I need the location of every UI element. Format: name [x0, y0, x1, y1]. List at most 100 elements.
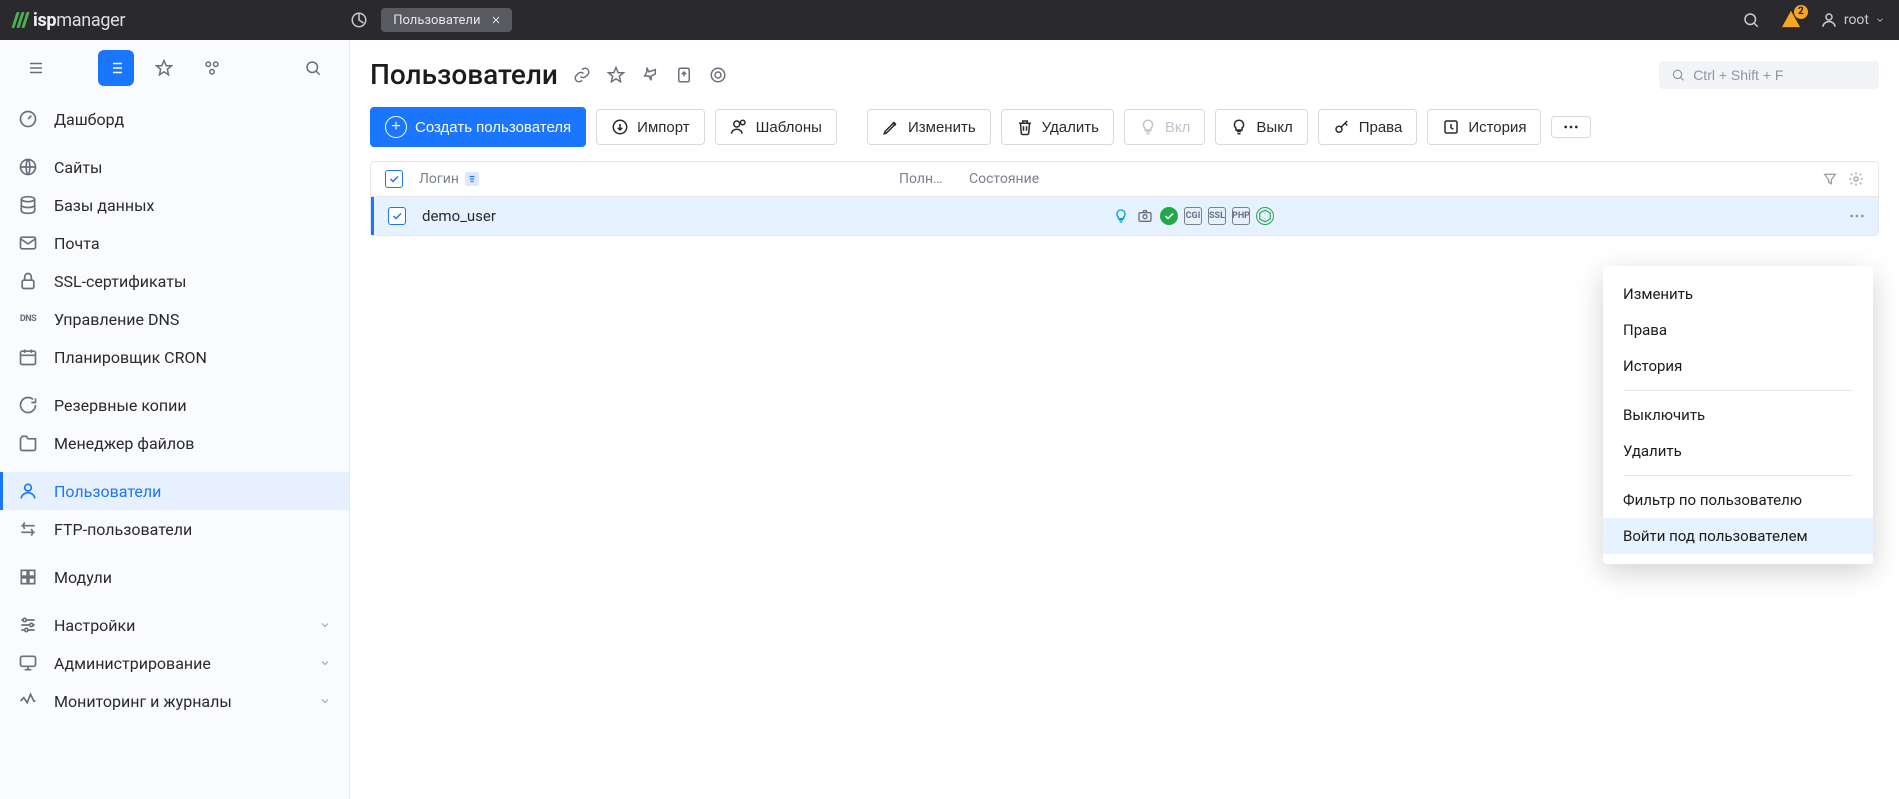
module-icon — [18, 567, 38, 587]
sidebar-item-databases[interactable]: Базы данных — [0, 186, 349, 224]
plus-icon: + — [385, 116, 407, 138]
gear-icon[interactable] — [1848, 171, 1864, 187]
filter-icon[interactable] — [1822, 171, 1838, 187]
ctx-disable[interactable]: Выключить — [1603, 397, 1873, 433]
row-state-badges: CGI SSL PHP — [1112, 207, 1274, 225]
trash-icon — [1016, 118, 1034, 136]
content: Пользователи + — [350, 40, 1899, 799]
node-icon — [1256, 207, 1274, 225]
logo[interactable]: ispmanager — [14, 10, 125, 31]
close-icon[interactable] — [488, 12, 504, 28]
sidebar-item-settings[interactable]: Настройки — [0, 606, 349, 644]
edit-button[interactable]: Изменить — [867, 109, 991, 145]
backup-icon — [18, 395, 38, 415]
sliders-icon — [18, 615, 38, 635]
chevron-down-icon — [319, 657, 331, 669]
col-login[interactable]: Логин — [419, 171, 899, 187]
sidebar-search-icon[interactable] — [295, 50, 331, 86]
dots-icon — [1562, 125, 1580, 129]
sidebar-item-dashboard[interactable]: Дашборд — [0, 100, 349, 138]
users-table: Логин Полн… Состояние — [370, 161, 1879, 236]
context-menu: Изменить Права История Выключить Удалить… — [1603, 266, 1873, 564]
ctx-edit[interactable]: Изменить — [1603, 276, 1873, 312]
ctx-delete[interactable]: Удалить — [1603, 433, 1873, 469]
sidebar-item-admin[interactable]: Администрирование — [0, 644, 349, 682]
sidebar-item-ssl[interactable]: SSL-сертификаты — [0, 262, 349, 300]
pin-icon[interactable] — [640, 65, 660, 85]
row-checkbox[interactable] — [388, 207, 406, 225]
logo-icon — [14, 12, 27, 28]
sidebar-item-filemanager[interactable]: Менеджер файлов — [0, 424, 349, 462]
sidebar-item-monitoring[interactable]: Мониторинг и журналы — [0, 682, 349, 720]
sidebar-item-backups[interactable]: Резервные копии — [0, 386, 349, 424]
chevron-down-icon — [319, 619, 331, 631]
more-button[interactable] — [1551, 116, 1591, 138]
ftp-icon — [18, 519, 38, 539]
select-all-checkbox[interactable] — [385, 170, 403, 188]
link-icon[interactable] — [572, 65, 592, 85]
view-list-icon[interactable] — [98, 50, 134, 86]
star-icon[interactable] — [606, 65, 626, 85]
check-icon — [1160, 207, 1178, 225]
sidebar-item-dns[interactable]: DNS Управление DNS — [0, 300, 349, 338]
search-input[interactable] — [1693, 67, 1867, 83]
menu-toggle-icon[interactable] — [18, 50, 54, 86]
dns-icon: DNS — [18, 309, 38, 329]
table-header: Логин Полн… Состояние — [371, 162, 1878, 197]
sidebar-item-label: Менеджер файлов — [54, 434, 194, 453]
ctx-login-as-user[interactable]: Войти под пользователем — [1603, 518, 1873, 554]
search-icon — [1671, 67, 1685, 83]
user-menu[interactable]: root — [1820, 11, 1885, 29]
sidebar-item-label: Сайты — [54, 158, 102, 177]
col-state[interactable]: Состояние — [969, 171, 1822, 187]
db-icon — [18, 195, 38, 215]
star-icon[interactable] — [146, 50, 182, 86]
table-row[interactable]: demo_user CGI SSL PHP — [371, 197, 1878, 235]
sidebar-item-cron[interactable]: Планировщик CRON — [0, 338, 349, 376]
create-user-button[interactable]: + Создать пользователя — [370, 107, 586, 147]
page-header: Пользователи — [350, 40, 1899, 101]
sidebar-item-mail[interactable]: Почта — [0, 224, 349, 262]
sidebar: Дашборд Сайты Базы данных Почта SSL — [0, 40, 350, 799]
disable-button[interactable]: Выкл — [1215, 109, 1307, 145]
sidebar-item-modules[interactable]: Модули — [0, 558, 349, 596]
toolbar: + Создать пользователя Импорт Шаблоны — [350, 101, 1899, 161]
sidebar-item-sites[interactable]: Сайты — [0, 148, 349, 186]
ctx-history[interactable]: История — [1603, 348, 1873, 384]
enable-button: Вкл — [1124, 109, 1206, 145]
import-button[interactable]: Импорт — [596, 109, 704, 145]
page-search[interactable] — [1659, 61, 1879, 89]
col-fullname[interactable]: Полн… — [899, 171, 969, 187]
ssl-badge: SSL — [1208, 207, 1226, 225]
sidebar-item-label: Базы данных — [54, 196, 154, 215]
camera-icon — [1136, 207, 1154, 225]
sidebar-item-label: Администрирование — [54, 654, 211, 673]
sidebar-item-label: Пользователи — [54, 482, 161, 501]
page-title: Пользователи — [370, 58, 558, 91]
addons-icon[interactable] — [194, 50, 230, 86]
sidebar-item-ftp[interactable]: FTP-пользователи — [0, 510, 349, 548]
sidebar-item-label: Почта — [54, 234, 100, 253]
dashboard-tab-icon[interactable] — [345, 6, 373, 34]
calendar-icon — [18, 347, 38, 367]
rights-button[interactable]: Права — [1318, 109, 1418, 145]
ctx-rights[interactable]: Права — [1603, 312, 1873, 348]
notifications-icon[interactable]: 2 — [1780, 9, 1802, 31]
history-button[interactable]: История — [1427, 109, 1541, 145]
mail-icon — [18, 233, 38, 253]
sidebar-item-label: Резервные копии — [54, 396, 187, 415]
folder-icon — [18, 433, 38, 453]
row-more-icon[interactable] — [1848, 214, 1866, 218]
help-icon[interactable] — [708, 65, 728, 85]
logo-text: ispmanager — [33, 10, 125, 31]
sidebar-item-label: SSL-сертификаты — [54, 272, 186, 291]
sidebar-item-users[interactable]: Пользователи — [0, 472, 349, 510]
chevron-down-icon — [319, 695, 331, 707]
search-icon[interactable] — [1740, 9, 1762, 31]
ctx-filter-user[interactable]: Фильтр по пользователю — [1603, 482, 1873, 518]
sidebar-item-label: Модули — [54, 568, 112, 587]
export-icon[interactable] — [674, 65, 694, 85]
tab-users[interactable]: Пользователи — [381, 8, 512, 32]
delete-button[interactable]: Удалить — [1001, 109, 1114, 145]
templates-button[interactable]: Шаблоны — [715, 109, 837, 145]
